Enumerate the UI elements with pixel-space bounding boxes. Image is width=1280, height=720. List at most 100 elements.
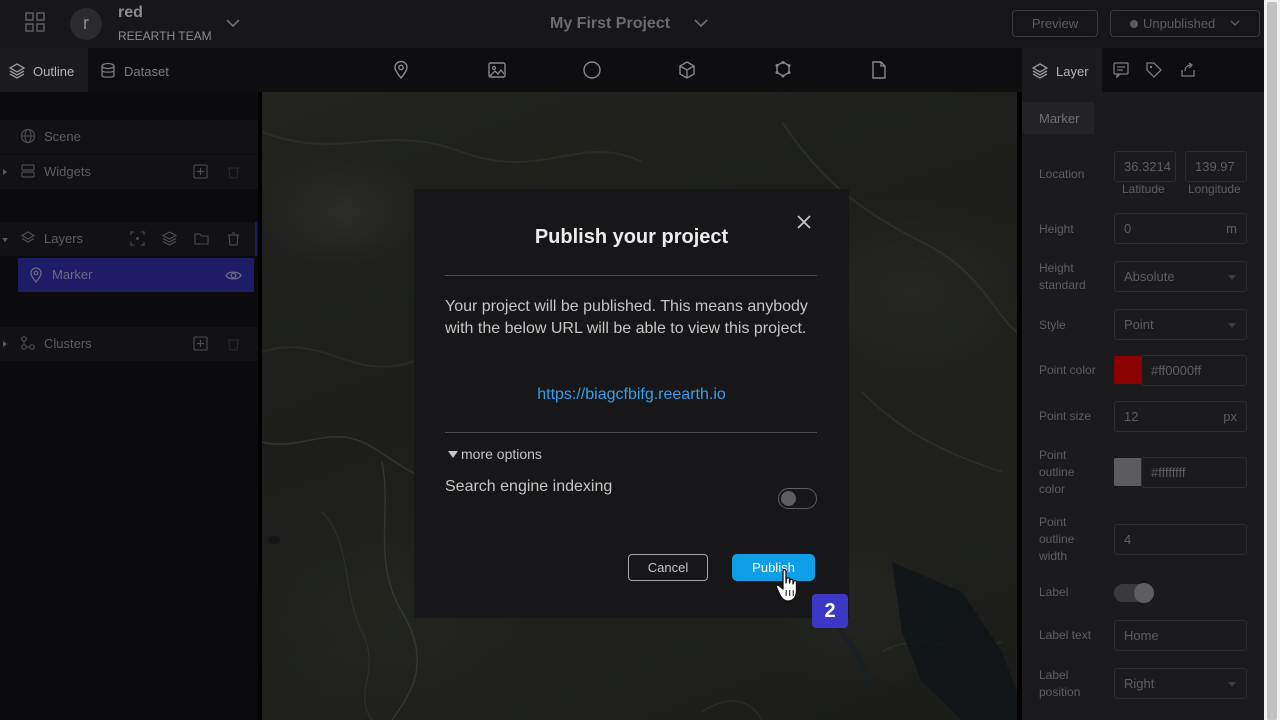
modal-description: Your project will be published. This mea…: [445, 298, 808, 337]
folder-icon[interactable]: [194, 231, 209, 246]
toggle-knob: [781, 491, 796, 506]
location-label: Location: [1039, 167, 1085, 181]
point-color-input[interactable]: #ff0000ff: [1141, 355, 1247, 386]
search-indexing-toggle[interactable]: [778, 488, 817, 509]
globe-icon: [20, 128, 36, 144]
point-size-input[interactable]: 12 px: [1114, 401, 1247, 432]
property-section-marker[interactable]: Marker: [1022, 102, 1094, 134]
infobox-tab-icon[interactable]: [1112, 61, 1130, 79]
style-label: Style: [1039, 318, 1066, 332]
app-grid-icon[interactable]: [25, 12, 45, 32]
outline-widgets[interactable]: Widgets: [0, 155, 258, 189]
height-standard-value: Absolute: [1124, 269, 1175, 284]
publish-url-link[interactable]: https://biagcfbifg.reearth.io: [414, 386, 849, 404]
point-size-label: Point size: [1039, 409, 1092, 423]
toggle-knob: [1134, 583, 1154, 603]
marker-icon: [30, 267, 42, 283]
file-tool-icon[interactable]: [869, 60, 889, 80]
status-dot-icon: [1130, 20, 1138, 28]
label-position-label: Label position: [1039, 668, 1081, 699]
page-scrollbar[interactable]: [1264, 0, 1280, 720]
workspace-team: REEARTH TEAM: [118, 29, 212, 43]
label-position-value: Right: [1124, 676, 1155, 691]
tab-layer-label: Layer: [1056, 64, 1089, 79]
close-icon[interactable]: [796, 214, 812, 230]
point-size-unit: px: [1223, 409, 1237, 424]
model-tool-icon[interactable]: [677, 60, 697, 80]
add-layer-icon[interactable]: [162, 231, 177, 246]
layer-item-marker[interactable]: Marker: [18, 258, 254, 292]
outline-clusters-label: Clusters: [44, 336, 92, 351]
publish-modal: Publish your project Your project will b…: [414, 189, 849, 618]
expand-arrow-icon[interactable]: [3, 169, 7, 175]
height-standard-select[interactable]: Absolute: [1114, 261, 1247, 292]
property-section-label: Marker: [1039, 111, 1080, 126]
point-size-value: 12: [1124, 409, 1139, 424]
outline-clusters[interactable]: Clusters: [0, 327, 258, 361]
tag-tab-icon[interactable]: [1145, 61, 1163, 79]
collapse-arrow-icon[interactable]: [2, 238, 8, 242]
outline-color-input[interactable]: #ffffffff: [1141, 457, 1247, 488]
label-toggle-label: Label: [1039, 585, 1069, 599]
box-tool-icon[interactable]: [773, 60, 793, 80]
publish-status-label: Unpublished: [1143, 16, 1216, 31]
outline-color-swatch[interactable]: [1114, 458, 1142, 486]
chevron-down-icon[interactable]: [693, 15, 709, 31]
point-outline-color-label: Point outline color: [1039, 448, 1075, 496]
longitude-sublabel: Longitude: [1188, 182, 1241, 196]
sphere-tool-icon[interactable]: [582, 60, 602, 80]
tab-dataset-label: Dataset: [124, 64, 169, 79]
export-tab-icon[interactable]: [1179, 61, 1197, 79]
widgets-icon: [21, 164, 35, 178]
outline-layers[interactable]: Layers: [0, 222, 258, 256]
modal-title: Publish your project: [534, 226, 729, 248]
tab-outline-label: Outline: [33, 64, 75, 79]
scrollbar-thumb[interactable]: [1267, 2, 1277, 720]
eye-icon[interactable]: [225, 267, 242, 284]
chevron-down-icon[interactable]: [225, 15, 241, 31]
label-toggle[interactable]: [1114, 583, 1154, 603]
outline-widgets-label: Widgets: [44, 164, 91, 179]
label-position-select[interactable]: Right: [1114, 668, 1247, 699]
layers-icon: [8, 63, 26, 79]
outline-width-input[interactable]: 4: [1114, 524, 1247, 555]
point-color-swatch[interactable]: [1114, 356, 1142, 384]
style-select[interactable]: Point: [1114, 309, 1247, 340]
cancel-button[interactable]: Cancel: [628, 554, 708, 581]
expand-arrow-icon[interactable]: [3, 341, 7, 347]
label-text-input[interactable]: Home: [1114, 620, 1247, 651]
select-caret-icon: [1228, 323, 1236, 328]
workspace-name[interactable]: red: [118, 4, 143, 22]
trash-icon[interactable]: [226, 164, 241, 179]
height-unit: m: [1226, 221, 1237, 236]
more-options-label: more options: [461, 446, 542, 462]
layers-icon: [20, 231, 36, 243]
focus-icon[interactable]: [130, 231, 145, 246]
project-title[interactable]: My First Project: [550, 15, 670, 33]
add-icon[interactable]: [193, 336, 208, 351]
select-caret-icon: [1228, 682, 1236, 687]
marker-tool-icon[interactable]: [391, 60, 411, 80]
latitude-sublabel: Latitude: [1122, 182, 1165, 196]
publish-status-button[interactable]: Unpublished: [1110, 10, 1260, 37]
modal-divider: [445, 275, 817, 276]
triangle-down-icon: [448, 451, 458, 458]
select-caret-icon: [1228, 275, 1236, 280]
preview-button[interactable]: Preview: [1012, 10, 1098, 37]
photo-tool-icon[interactable]: [487, 60, 507, 80]
trash-icon[interactable]: [226, 231, 241, 246]
trash-icon[interactable]: [226, 336, 241, 351]
layers-scroll-indicator: [255, 222, 257, 256]
add-icon[interactable]: [193, 164, 208, 179]
height-standard-label: Height standard: [1039, 261, 1086, 292]
more-options-toggle[interactable]: more options: [448, 446, 542, 462]
longitude-input[interactable]: 139.97: [1185, 151, 1247, 182]
outline-scene[interactable]: Scene: [0, 120, 258, 154]
hand-cursor-icon: [775, 569, 798, 602]
workspace-avatar[interactable]: r: [70, 8, 102, 40]
chevron-down-icon: [1230, 20, 1240, 26]
point-outline-width-label: Point outline width: [1039, 515, 1075, 563]
height-input[interactable]: 0 m: [1114, 213, 1247, 244]
label-text-label: Label text: [1039, 628, 1092, 642]
latitude-input[interactable]: 36.3214: [1114, 151, 1176, 182]
